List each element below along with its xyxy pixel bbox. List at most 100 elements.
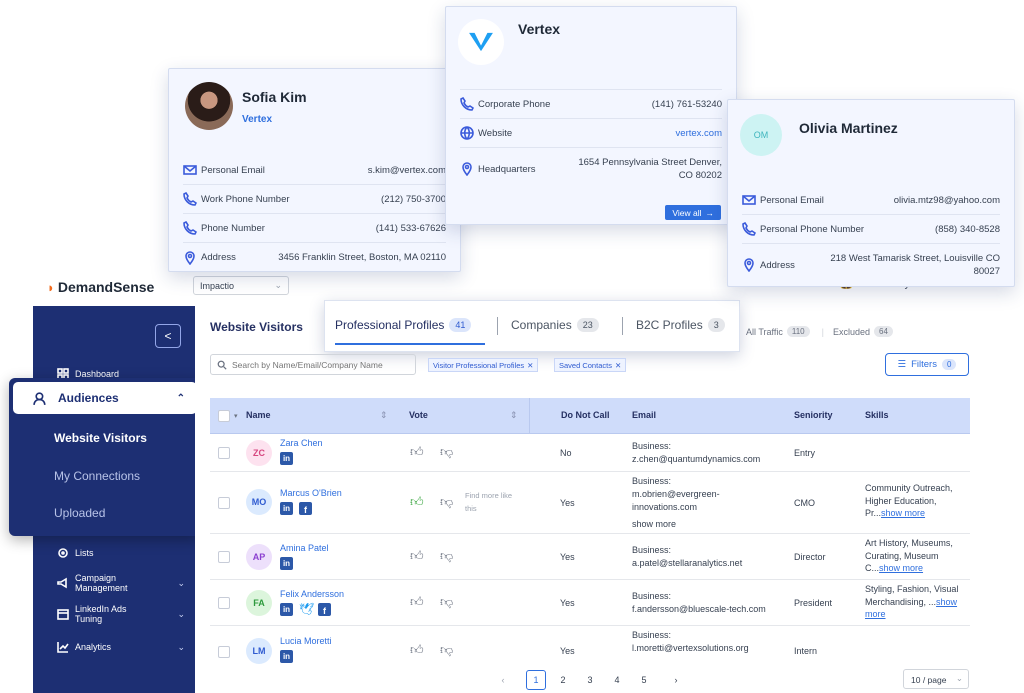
table-row[interactable]: ZC Zara Chen in 👍︎ 👎︎ No Business: z.che… xyxy=(210,434,970,472)
thumbs-up-icon[interactable]: 👍︎ xyxy=(410,594,424,610)
all-traffic-tab[interactable]: All Traffic 110 | xyxy=(746,326,824,337)
column-header-email[interactable]: Email xyxy=(632,410,656,420)
thumbs-up-icon[interactable]: 👍︎ xyxy=(410,444,424,460)
select-all-checkbox[interactable] xyxy=(218,410,230,422)
calendar-icon xyxy=(57,609,69,620)
column-header-name[interactable]: Name xyxy=(246,410,271,420)
linkedin-icon[interactable]: in xyxy=(280,650,293,663)
filter-tag[interactable]: Visitor Professional Profiles ✕ xyxy=(428,358,539,372)
linkedin-icon[interactable]: in xyxy=(280,603,293,616)
search-box[interactable] xyxy=(210,354,416,375)
sidebar-item-lists[interactable]: Lists xyxy=(57,547,94,559)
tab-companies[interactable]: Companies 23 xyxy=(511,318,599,332)
sidebar-item-campaign[interactable]: Campaign Management ⌄ xyxy=(57,573,185,593)
social-links: in 🕊︎ f xyxy=(280,603,331,616)
thumbs-down-icon[interactable]: 👎︎ xyxy=(440,494,453,510)
search-input[interactable] xyxy=(232,359,412,370)
detail-value: 218 West Tamarisk Street, Louisville CO … xyxy=(830,253,1000,277)
avatar: AP xyxy=(246,544,272,570)
email-link[interactable]: z.chen@quantumdynamics.com xyxy=(632,453,760,466)
skills-show-more[interactable]: show more xyxy=(879,563,923,573)
detail-label: Personal Email xyxy=(201,164,265,176)
close-icon[interactable]: ✕ xyxy=(527,361,533,370)
thumbs-down-icon[interactable]: 👎︎ xyxy=(440,594,453,610)
mail-icon xyxy=(742,193,760,207)
view-all-button[interactable]: View all → xyxy=(665,205,721,220)
page-button[interactable]: 5 xyxy=(634,670,654,690)
excluded-tab[interactable]: Excluded 64 xyxy=(833,326,893,337)
sub-item-my-connections[interactable]: My Connections xyxy=(54,469,140,483)
collapse-button[interactable]: < xyxy=(155,324,181,348)
table-row[interactable]: AP Amina Patel in 👍︎ 👎︎ Yes Business: a.… xyxy=(210,534,970,580)
email-type: Business: xyxy=(632,441,672,451)
linkedin-icon[interactable]: in xyxy=(280,452,293,465)
facebook-icon[interactable]: f xyxy=(318,603,331,616)
prev-page-button[interactable]: ‹ xyxy=(493,670,513,690)
profile-name[interactable]: Marcus O'Brien xyxy=(280,488,342,498)
sidebar-item-linkedin[interactable]: LinkedIn Ads Tuning ⌄ xyxy=(57,604,185,624)
sort-caret-icon[interactable]: ▾ xyxy=(234,412,238,420)
column-header-seniority[interactable]: Seniority xyxy=(794,410,833,420)
email-link[interactable]: m.obrien@evergreen-innovations.com xyxy=(632,488,752,513)
chevron-down-icon: ⌄ xyxy=(177,641,185,652)
company-link[interactable]: Vertex xyxy=(242,114,272,125)
row-checkbox[interactable] xyxy=(218,497,230,509)
table-row[interactable]: MO Marcus O'Brien in f 👍︎ 👎︎ Find more li… xyxy=(210,472,970,534)
chevron-down-icon: ⌄ xyxy=(177,608,185,619)
logo-icon: ◗ xyxy=(47,279,55,295)
thumbs-up-icon[interactable]: 👍︎ xyxy=(410,494,424,510)
thumbs-down-icon[interactable]: 👎︎ xyxy=(440,444,453,460)
workspace-value: Impactio xyxy=(200,281,235,291)
sub-item-website-visitors[interactable]: Website Visitors xyxy=(54,431,147,445)
workspace-select[interactable]: Impactio ⌄ xyxy=(193,276,289,295)
page-button[interactable]: 2 xyxy=(553,670,573,690)
linkedin-icon[interactable]: in xyxy=(280,502,293,515)
sub-item-uploaded[interactable]: Uploaded xyxy=(54,506,105,520)
filter-tag[interactable]: Saved Contacts ✕ xyxy=(554,358,627,372)
tab-label: B2C Profiles xyxy=(636,318,703,332)
email-link[interactable]: l.moretti@vertexsolutions.org xyxy=(632,642,749,655)
linkedin-icon[interactable]: in xyxy=(280,557,293,570)
filters-button[interactable]: ☰ Filters 0 xyxy=(885,353,969,376)
dnc-value: No xyxy=(560,448,572,458)
website-link[interactable]: vertex.com xyxy=(676,128,722,139)
thumbs-up-icon[interactable]: 👍︎ xyxy=(410,548,424,564)
row-checkbox[interactable] xyxy=(218,646,230,658)
tab-b2c-profiles[interactable]: B2C Profiles 3 xyxy=(636,318,725,332)
page-button[interactable]: 1 xyxy=(526,670,546,690)
table-row[interactable]: FA Felix Andersson in 🕊︎ f 👍︎ 👎︎ Yes Busin… xyxy=(210,580,970,626)
twitter-icon[interactable]: 🕊︎ xyxy=(299,603,314,616)
sidebar-item-analytics[interactable]: Analytics ⌄ xyxy=(57,641,185,653)
email-show-more[interactable]: show more xyxy=(632,518,676,531)
page-button[interactable]: 3 xyxy=(580,670,600,690)
profile-name[interactable]: Lucia Moretti xyxy=(280,636,332,646)
page-button[interactable]: 4 xyxy=(607,670,627,690)
column-header-skills[interactable]: Skills xyxy=(865,410,889,420)
sort-icon[interactable]: ⇕ xyxy=(510,410,518,421)
audiences-button[interactable]: Audiences ⌃ xyxy=(13,382,197,414)
next-page-button[interactable]: › xyxy=(666,670,686,690)
profile-name[interactable]: Amina Patel xyxy=(280,543,329,553)
tab-count: 23 xyxy=(576,318,599,332)
thumbs-up-icon[interactable]: 👍︎ xyxy=(410,642,424,658)
profile-name[interactable]: Zara Chen xyxy=(280,438,323,448)
email-link[interactable]: f.andersson@bluescale-tech.com xyxy=(632,603,766,616)
row-checkbox[interactable] xyxy=(218,597,230,609)
thumbs-down-icon[interactable]: 👎︎ xyxy=(440,642,453,658)
sort-icon[interactable]: ⇕ xyxy=(380,410,388,421)
detail-row: Corporate Phone (141) 761-53240 xyxy=(460,90,722,119)
row-checkbox[interactable] xyxy=(218,447,230,459)
email-link[interactable]: a.patel@stellaranalytics.net xyxy=(632,557,742,570)
skills-show-more[interactable]: show more xyxy=(881,508,925,518)
column-header-vote[interactable]: Vote xyxy=(409,410,428,420)
per-page-select[interactable]: 10 / page ⌄ xyxy=(903,669,969,689)
close-icon[interactable]: ✕ xyxy=(615,361,621,370)
tab-divider xyxy=(622,317,623,335)
table-row[interactable]: LM Lucia Moretti in 👍︎ 👎︎ Yes Business: … xyxy=(210,626,970,668)
profile-name[interactable]: Felix Andersson xyxy=(280,589,344,599)
tab-professional-profiles[interactable]: Professional Profiles 41 xyxy=(335,318,472,332)
facebook-icon[interactable]: f xyxy=(299,502,312,515)
row-checkbox[interactable] xyxy=(218,551,230,563)
thumbs-down-icon[interactable]: 👎︎ xyxy=(440,548,453,564)
column-header-dnc[interactable]: Do Not Call xyxy=(561,410,610,420)
